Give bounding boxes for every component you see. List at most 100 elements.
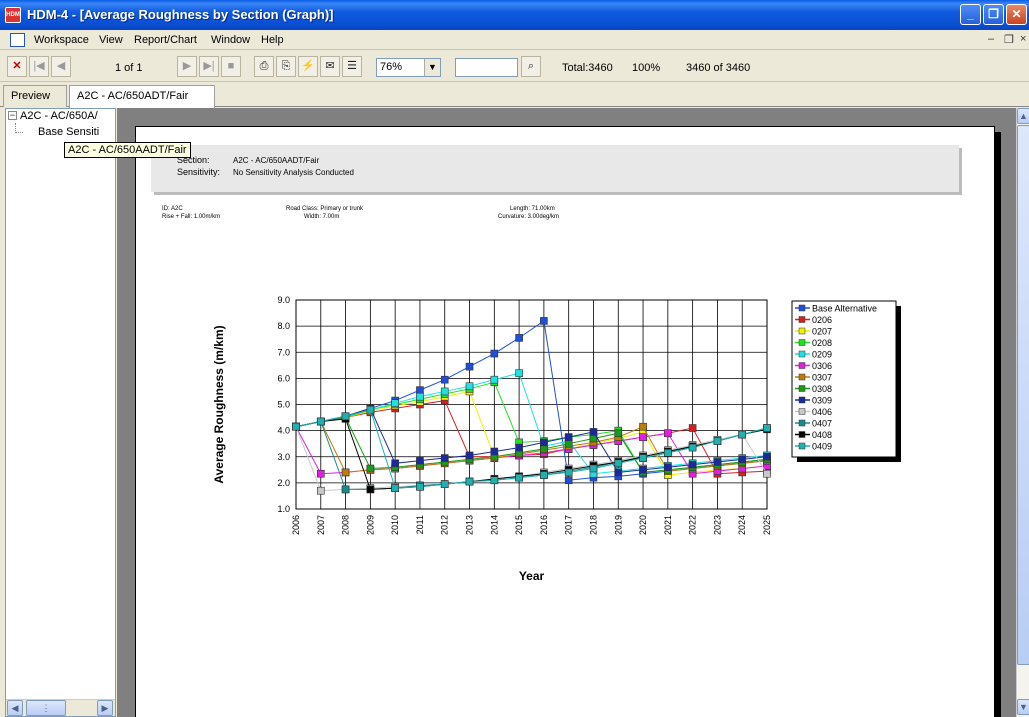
last-page-icon[interactable]: ▶| xyxy=(199,56,219,77)
data-point xyxy=(316,417,325,426)
data-point xyxy=(639,422,647,431)
mdi-minimize-icon[interactable]: – xyxy=(988,33,994,45)
scroll-down-icon[interactable]: ▼ xyxy=(1017,699,1029,715)
chevron-down-icon[interactable]: ▼ xyxy=(424,59,440,76)
scroll-thumb[interactable]: ⋮ xyxy=(26,700,66,716)
document-icon xyxy=(10,33,25,47)
legend-swatch-marker xyxy=(798,362,806,369)
mdi-restore-icon[interactable]: ❐ xyxy=(1004,33,1014,46)
menu-report-chart[interactable]: Report/Chart xyxy=(134,34,197,46)
data-point xyxy=(564,476,573,485)
data-point xyxy=(416,456,424,465)
scroll-right-icon[interactable]: ▶ xyxy=(97,700,113,716)
data-point xyxy=(540,317,548,325)
y-tick-label: 9.0 xyxy=(277,295,290,305)
preview-tabs: Preview A2C - AC/650ADT/Fair xyxy=(0,82,1029,108)
legend-swatch-marker xyxy=(798,385,806,392)
report-page: Section: A2C - AC/650AADT/Fair Sensitivi… xyxy=(135,126,995,717)
data-point xyxy=(589,428,598,436)
legend-swatch-marker xyxy=(798,350,806,358)
legend-entry: 0207 xyxy=(812,327,832,337)
zoom-value: 76% xyxy=(380,61,403,73)
data-point xyxy=(688,443,697,452)
x-tick-label: 2011 xyxy=(415,515,425,534)
tab-preview[interactable]: Preview xyxy=(3,85,67,107)
y-tick-label: 6.0 xyxy=(277,373,290,383)
data-point xyxy=(515,473,523,482)
menu-view[interactable]: View xyxy=(99,34,123,46)
data-point xyxy=(341,468,350,477)
x-tick-label: 2023 xyxy=(712,515,722,535)
data-point xyxy=(738,430,747,439)
data-point xyxy=(688,424,697,432)
data-point xyxy=(341,485,350,494)
title-bar: HDM HDM-4 - [Average Roughness by Sectio… xyxy=(0,0,1029,30)
group-tree: − A2C - AC/650A/ Base Sensiti ◀ ⋮ ▶ xyxy=(5,108,116,717)
legend-swatch-marker xyxy=(798,339,806,346)
data-point xyxy=(688,460,697,469)
x-tick-label: 2013 xyxy=(465,515,475,535)
first-page-icon[interactable]: |◀ xyxy=(29,56,49,77)
preview-vertical-scrollbar[interactable]: ▲ ▼ xyxy=(1016,108,1029,717)
data-point xyxy=(341,412,350,421)
minimize-button[interactable]: _ xyxy=(960,4,981,25)
data-point xyxy=(391,484,399,492)
search-binoculars-icon[interactable]: ⌕ xyxy=(521,56,541,77)
vertical-scroll-thumb[interactable] xyxy=(1017,125,1029,665)
export-icon[interactable]: ✉ xyxy=(320,56,340,77)
close-button[interactable]: ✕ xyxy=(1006,4,1027,25)
next-page-icon[interactable]: ▶ xyxy=(177,56,197,77)
data-point xyxy=(440,375,449,384)
y-tick-label: 5.0 xyxy=(277,400,290,410)
restore-button[interactable]: ❐ xyxy=(983,4,1004,25)
y-tick-label: 1.0 xyxy=(277,504,290,514)
refresh-icon[interactable]: ⚡ xyxy=(298,56,318,77)
data-point xyxy=(366,485,375,494)
app-icon: HDM xyxy=(5,7,21,23)
report-preview[interactable]: Section: A2C - AC/650AADT/Fair Sensitivi… xyxy=(117,108,1017,717)
data-point xyxy=(316,469,325,478)
stop-page-icon[interactable]: ■ xyxy=(221,56,241,77)
mdi-close-icon[interactable]: × xyxy=(1020,33,1026,45)
x-tick-label: 2024 xyxy=(737,515,747,535)
menu-window[interactable]: Window xyxy=(211,34,250,46)
x-tick-label: 2017 xyxy=(564,515,574,535)
tree-child-node[interactable]: Base Sensiti xyxy=(38,126,99,138)
stop-icon[interactable]: ✕ xyxy=(7,56,27,77)
zoom-select[interactable]: 76% ▼ xyxy=(376,58,441,77)
x-tick-label: 2021 xyxy=(663,515,673,535)
tree-tooltip: A2C - AC/650AADT/Fair xyxy=(64,142,191,158)
previous-page-icon[interactable]: ◀ xyxy=(51,56,71,77)
tree-collapse-icon[interactable]: − xyxy=(8,111,17,120)
menu-help[interactable]: Help xyxy=(261,34,284,46)
legend-entry: 0409 xyxy=(812,442,832,452)
search-input[interactable] xyxy=(455,58,518,77)
print-icon[interactable]: ⎙ xyxy=(254,56,274,77)
data-point xyxy=(614,468,623,477)
scroll-left-icon[interactable]: ◀ xyxy=(7,700,23,716)
data-point xyxy=(440,387,449,396)
data-point xyxy=(763,469,771,478)
tree-horizontal-scrollbar[interactable]: ◀ ⋮ ▶ xyxy=(6,699,115,716)
tab-section[interactable]: A2C - AC/650ADT/Fair xyxy=(69,85,215,108)
total-records: Total:3460 xyxy=(562,62,613,74)
data-point xyxy=(614,429,623,438)
menu-workspace[interactable]: Workspace xyxy=(34,34,89,46)
legend-entry: 0208 xyxy=(812,338,832,348)
legend-box xyxy=(791,300,897,458)
legend-entry: 0406 xyxy=(812,407,832,417)
legend-entry: 0308 xyxy=(812,384,832,394)
y-axis-title: Average Roughness (m/km) xyxy=(212,325,226,483)
tree-root-node[interactable]: A2C - AC/650A/ xyxy=(20,110,98,122)
data-point xyxy=(540,438,548,447)
legend-swatch-marker xyxy=(798,442,806,450)
data-point xyxy=(639,433,647,441)
data-point xyxy=(564,439,573,448)
group-tree-icon[interactable]: ☰ xyxy=(342,56,362,77)
window-title: HDM-4 - [Average Roughness by Section (G… xyxy=(27,7,334,22)
y-tick-label: 7.0 xyxy=(277,347,290,357)
print-setup-icon[interactable]: ⎘ xyxy=(276,56,296,77)
scroll-up-icon[interactable]: ▲ xyxy=(1017,108,1029,124)
data-point xyxy=(366,464,375,473)
legend-entry: 0206 xyxy=(812,315,832,325)
